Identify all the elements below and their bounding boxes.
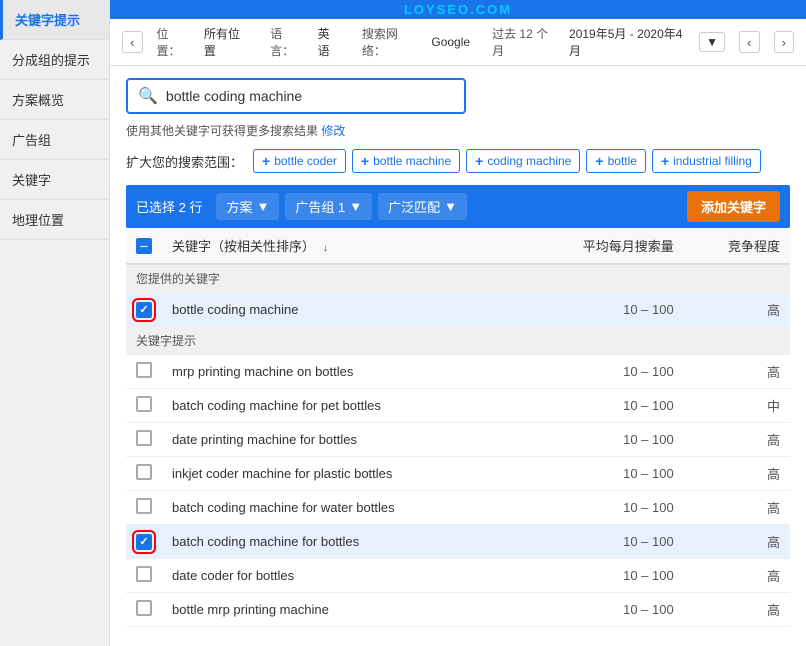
- table-row: bottle mrp printing machine 10 – 100 高: [126, 593, 790, 627]
- location-label: 位置：: [157, 25, 190, 59]
- header-monthly: 平均每月搜索量: [520, 228, 684, 264]
- table-row: bottle coding machine 10 – 100 高: [126, 293, 790, 327]
- hint-modify-link[interactable]: 修改: [321, 124, 345, 138]
- expand-tag-4[interactable]: + industrial filling: [652, 149, 761, 173]
- topbar: ‹ 位置： 所有位置 语言： 英语 搜索网络： Google 过去 12 个月 …: [110, 19, 806, 66]
- language-label: 语言：: [270, 25, 303, 59]
- date-dropdown[interactable]: ▼: [699, 32, 725, 52]
- table-row: batch coding machine for water bottles 1…: [126, 491, 790, 525]
- keyword-cell: batch coding machine for pet bottles: [162, 389, 520, 423]
- toolbar: 已选择 2 行 方案 ▼ 广告组 1 ▼ 广泛匹配 ▼ 添加关键字: [126, 185, 790, 228]
- sidebar: 关键字提示 分成组的提示 方案概览 广告组 关键字 地理位置: [0, 0, 110, 646]
- search-box[interactable]: 🔍: [126, 78, 466, 114]
- content-area: 🔍 使用其他关键字可获得更多搜索结果 修改 扩大您的搜索范围： + bottle…: [110, 66, 806, 646]
- toolbar-match-btn[interactable]: 广泛匹配 ▼: [378, 193, 467, 220]
- section-suggestions: 关键字提示: [126, 327, 790, 355]
- keyword-cell: mrp printing machine on bottles: [162, 355, 520, 389]
- keyword-table: 关键字（按相关性排序） ↓ 平均每月搜索量 竞争程度 您提供的关键字: [126, 228, 790, 627]
- table-row: date printing machine for bottles 10 – 1…: [126, 423, 790, 457]
- monthly-cell: 10 – 100: [520, 293, 684, 327]
- sort-icon: ↓: [323, 242, 329, 254]
- date-value: 2019年5月 - 2020年4月: [569, 25, 685, 59]
- row-checkbox[interactable]: [136, 396, 152, 412]
- expand-tag-1[interactable]: + bottle machine: [352, 149, 460, 173]
- table-row: mrp printing machine on bottles 10 – 100…: [126, 355, 790, 389]
- toolbar-plan-btn[interactable]: 方案 ▼: [216, 193, 279, 220]
- sidebar-item-plan-overview[interactable]: 方案概览: [0, 80, 109, 120]
- expand-section: 扩大您的搜索范围： + bottle coder + bottle machin…: [126, 149, 790, 173]
- competition-cell: 高: [684, 293, 790, 327]
- checkbox-cell: [126, 293, 162, 327]
- section-provided: 您提供的关键字: [126, 264, 790, 293]
- table-row: batch coding machine for pet bottles 10 …: [126, 389, 790, 423]
- location-value: 所有位置: [204, 25, 248, 59]
- toolbar-selected-info: 已选择 2 行: [136, 197, 202, 216]
- expand-label: 扩大您的搜索范围：: [126, 152, 243, 171]
- hint-text: 使用其他关键字可获得更多搜索结果 修改: [126, 122, 790, 139]
- keyword-cell: bottle coding machine: [162, 293, 520, 327]
- table-row: batch coding machine for bottles 10 – 10…: [126, 525, 790, 559]
- header-keyword: 关键字（按相关性排序） ↓: [162, 228, 520, 264]
- network-label: 搜索网络：: [362, 25, 418, 59]
- keyword-cell: date coder for bottles: [162, 559, 520, 593]
- keyword-cell: bottle mrp printing machine: [162, 593, 520, 627]
- search-icon: 🔍: [138, 86, 158, 106]
- toolbar-adgroup-btn[interactable]: 广告组 1 ▼: [285, 193, 372, 220]
- date-label: 过去 12 个月: [492, 25, 555, 59]
- row-checkbox[interactable]: [136, 362, 152, 378]
- expand-tag-0[interactable]: + bottle coder: [253, 149, 346, 173]
- sidebar-item-keyword-hints[interactable]: 关键字提示: [0, 0, 109, 40]
- nav-prev-button[interactable]: ‹: [739, 31, 760, 53]
- keyword-cell: inkjet coder machine for plastic bottles: [162, 457, 520, 491]
- toolbar-add-keyword-btn[interactable]: 添加关键字: [687, 191, 780, 222]
- row-checkbox[interactable]: [136, 464, 152, 480]
- row-checkbox[interactable]: [136, 430, 152, 446]
- sidebar-item-keyword[interactable]: 关键字: [0, 160, 109, 200]
- row-checkbox[interactable]: [136, 600, 152, 616]
- row-checkbox[interactable]: [136, 498, 152, 514]
- header-checkbox-cell: [126, 228, 162, 264]
- language-value: 英语: [318, 25, 340, 59]
- expand-tag-2[interactable]: + coding machine: [466, 149, 580, 173]
- keyword-cell: batch coding machine for bottles: [162, 525, 520, 559]
- search-input[interactable]: [166, 88, 454, 104]
- main-area: LOYSEO.COM ‹ 位置： 所有位置 语言： 英语 搜索网络： Googl…: [110, 0, 806, 646]
- row-checkbox[interactable]: [136, 302, 152, 318]
- sidebar-item-adgroup[interactable]: 广告组: [0, 120, 109, 160]
- sidebar-item-location[interactable]: 地理位置: [0, 200, 109, 240]
- keyword-cell: date printing machine for bottles: [162, 423, 520, 457]
- watermark-bar: LOYSEO.COM: [110, 0, 806, 19]
- network-value: Google: [431, 35, 470, 49]
- sidebar-item-group-hints[interactable]: 分成组的提示: [0, 40, 109, 80]
- row-checkbox[interactable]: [136, 566, 152, 582]
- keyword-cell: batch coding machine for water bottles: [162, 491, 520, 525]
- nav-next-button[interactable]: ›: [774, 31, 795, 53]
- header-competition: 竞争程度: [684, 228, 790, 264]
- table-row: date coder for bottles 10 – 100 高: [126, 559, 790, 593]
- table-header-row: 关键字（按相关性排序） ↓ 平均每月搜索量 竞争程度: [126, 228, 790, 264]
- brand-logo: LOYSEO.COM: [404, 2, 512, 17]
- expand-tag-3[interactable]: + bottle: [586, 149, 646, 173]
- table-row: inkjet coder machine for plastic bottles…: [126, 457, 790, 491]
- nav-back-button[interactable]: ‹: [122, 31, 143, 53]
- row-checkbox[interactable]: [136, 534, 152, 550]
- header-checkbox[interactable]: [136, 238, 152, 254]
